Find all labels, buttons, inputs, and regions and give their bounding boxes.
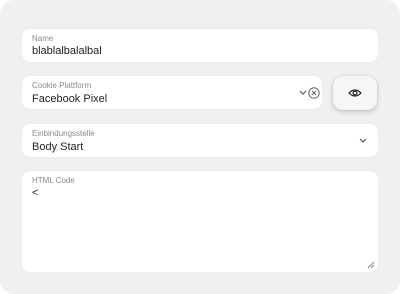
name-value[interactable]: blablalbalalbal <box>32 45 102 57</box>
resize-handle-icon[interactable] <box>367 261 375 269</box>
html-code-label: HTML Code <box>32 176 75 185</box>
cookie-platform-label: Cookie Plattform <box>32 81 92 90</box>
cookie-platform-select[interactable]: Cookie Plattform Facebook Pixel <box>22 76 322 109</box>
clear-icon[interactable] <box>308 87 320 99</box>
html-code-textarea[interactable]: HTML Code < <box>22 171 378 272</box>
form-panel: Name blablalbalalbal Cookie Plattform Fa… <box>0 0 400 294</box>
chevron-down-icon[interactable] <box>358 137 368 145</box>
cookie-platform-value: Facebook Pixel <box>32 93 108 105</box>
html-code-value[interactable]: < <box>32 187 38 199</box>
eye-icon <box>348 89 362 97</box>
name-field[interactable]: Name blablalbalalbal <box>22 29 378 62</box>
insertion-point-label: Einbindungsstelle <box>32 129 95 138</box>
preview-button[interactable] <box>333 76 377 110</box>
insertion-point-value: Body Start <box>32 141 84 153</box>
chevron-down-icon[interactable] <box>298 89 308 97</box>
insertion-point-select[interactable]: Einbindungsstelle Body Start <box>22 124 378 157</box>
name-label: Name <box>32 34 54 43</box>
